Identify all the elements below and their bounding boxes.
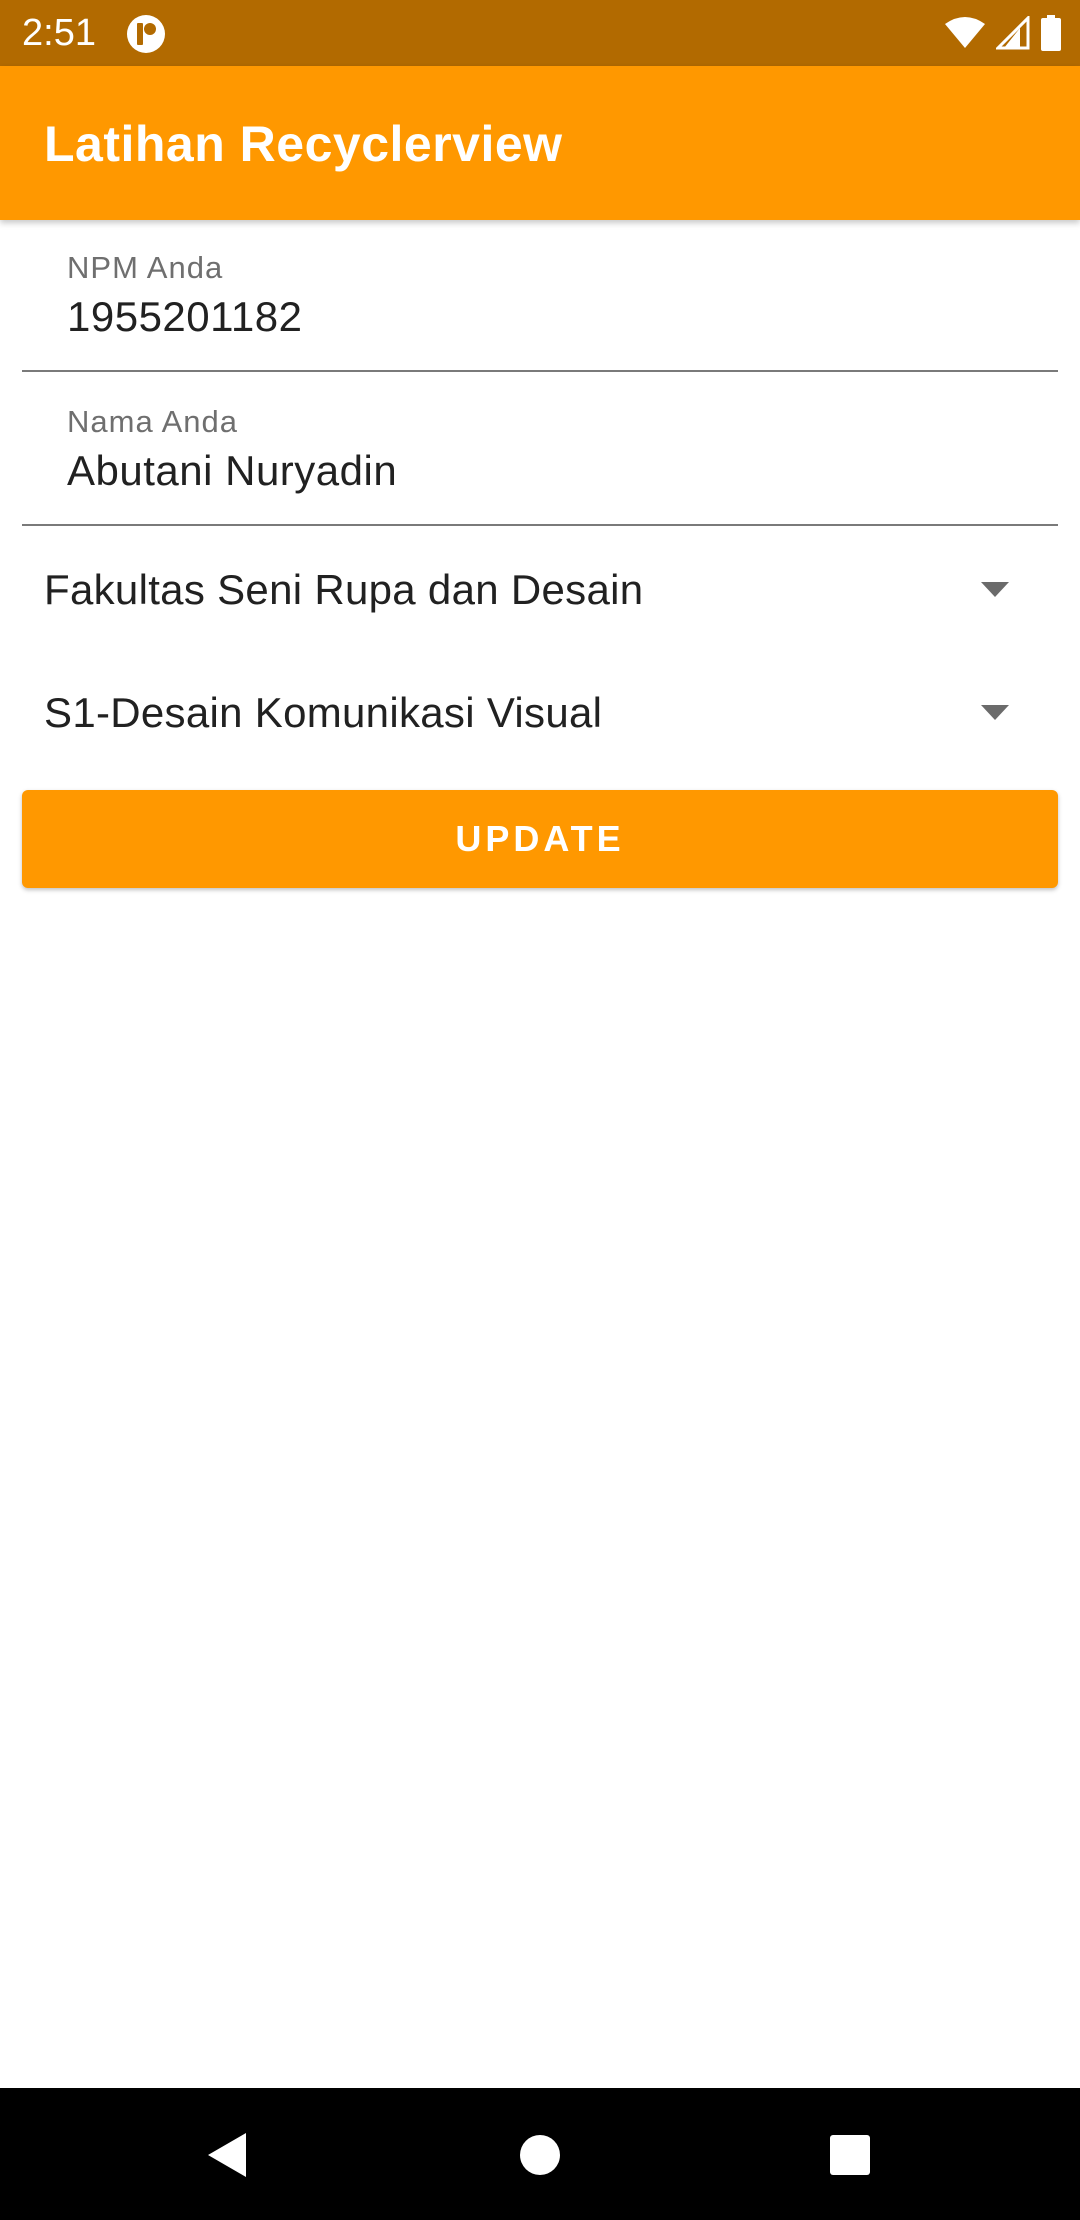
dropdown-arrow-icon <box>981 582 1009 597</box>
status-time: 2:51 <box>22 12 96 54</box>
signal-icon <box>996 16 1030 50</box>
status-bar: 2:51 <box>0 0 1080 66</box>
back-icon[interactable] <box>182 2110 272 2200</box>
battery-icon <box>1040 15 1062 51</box>
app-title: Latihan Recyclerview <box>44 116 563 172</box>
npm-input[interactable] <box>67 290 1027 344</box>
dropdown-arrow-icon <box>981 705 1009 720</box>
npm-field[interactable]: NPM Anda <box>22 236 1058 372</box>
status-icons <box>944 12 1062 54</box>
nama-field[interactable]: Nama Anda <box>22 390 1058 526</box>
npm-field-underline <box>22 370 1058 372</box>
prodi-selected-value: S1-Desain Komunikasi Visual <box>44 689 603 736</box>
wifi-icon <box>944 16 986 50</box>
app-bar: Latihan Recyclerview <box>0 66 1080 220</box>
screen: 2:51 Latihan Recyclerview NPM Anda 19552… <box>0 0 1080 2220</box>
navigation-bar <box>0 2088 1080 2220</box>
nama-input[interactable] <box>67 444 1027 498</box>
npm-field-label: NPM Anda <box>67 250 224 285</box>
app-notification-icon <box>126 14 166 54</box>
home-icon[interactable] <box>495 2110 585 2200</box>
fakultas-selected-value: Fakultas Seni Rupa dan Desain <box>44 566 644 613</box>
recents-icon[interactable] <box>805 2110 895 2200</box>
update-button[interactable]: UPDATE <box>22 790 1058 888</box>
prodi-spinner[interactable]: S1-Desain Komunikasi Visual <box>22 663 1058 763</box>
nama-field-label: Nama Anda <box>67 404 238 439</box>
fakultas-spinner[interactable]: Fakultas Seni Rupa dan Desain <box>22 540 1058 640</box>
nama-field-underline <box>22 524 1058 526</box>
